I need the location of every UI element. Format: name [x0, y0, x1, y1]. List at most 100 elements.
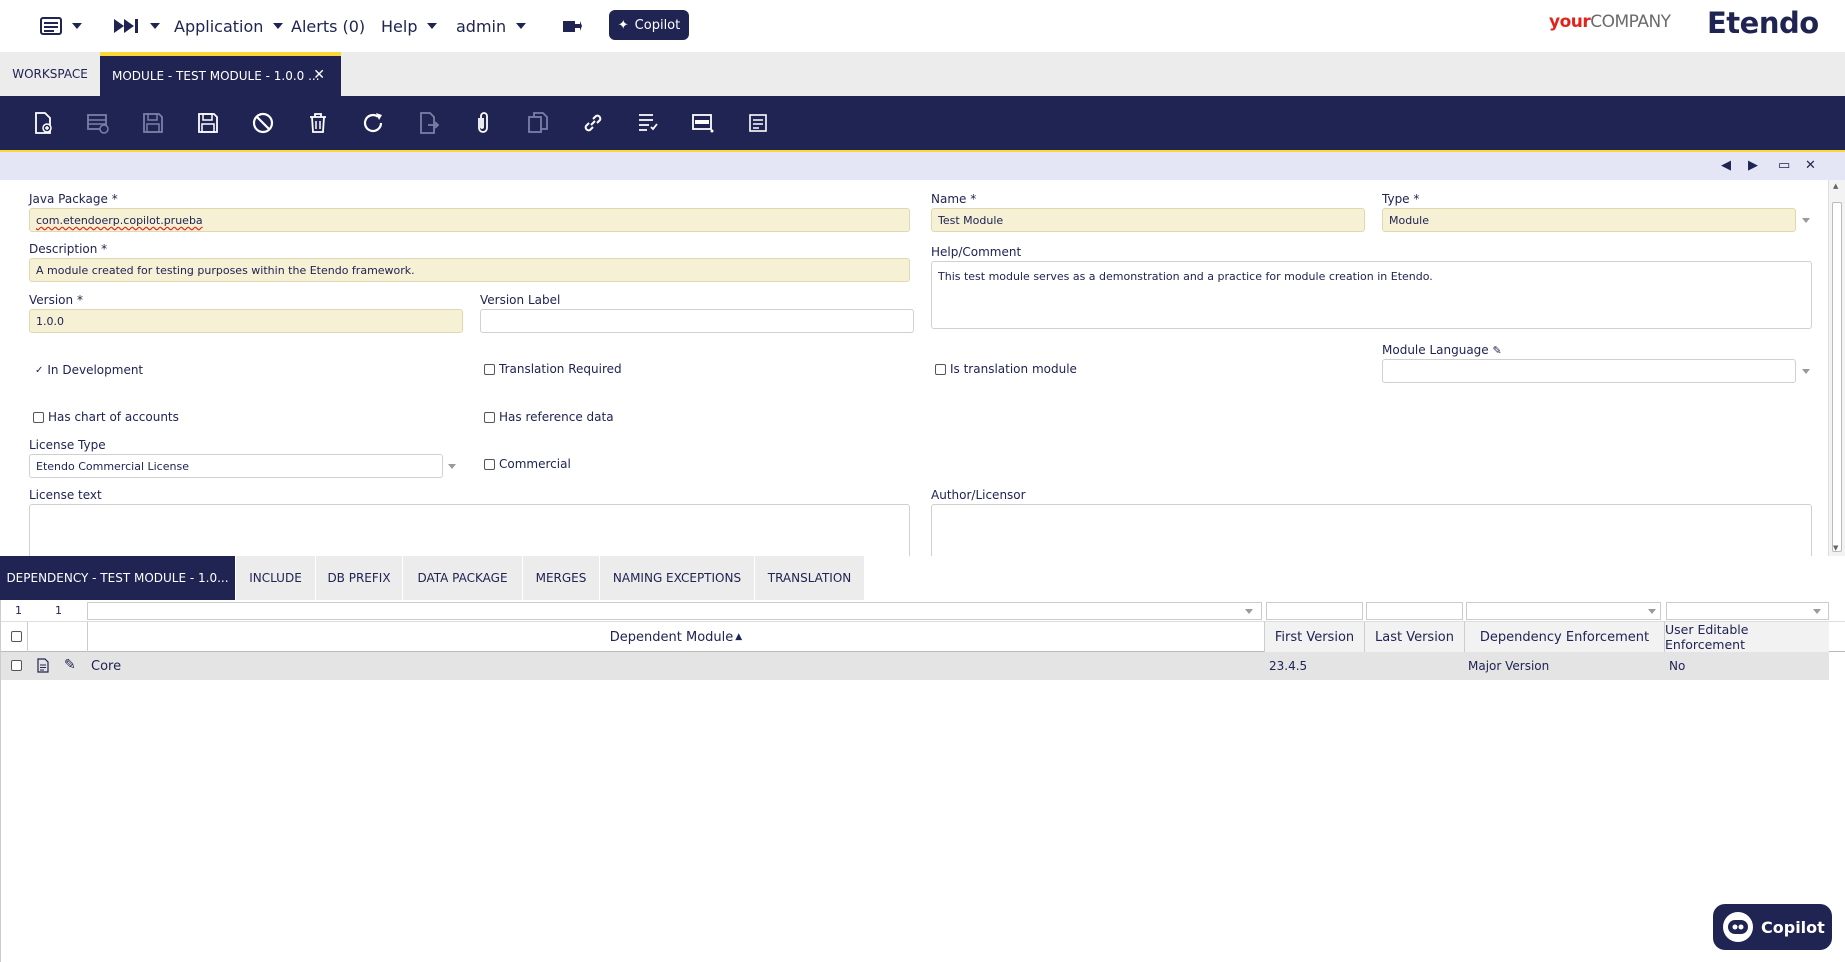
- refresh-button[interactable]: [360, 110, 386, 136]
- cell-dependent-module: Core: [91, 658, 122, 674]
- has-chart-of-accounts-checkbox[interactable]: Has chart of accounts: [33, 410, 179, 424]
- chevron-down-icon[interactable]: [1813, 609, 1821, 614]
- commercial-checkbox[interactable]: Commercial: [484, 457, 571, 471]
- grid-filter-row: 1 1: [1, 600, 1845, 622]
- tab-data-package[interactable]: DATA PACKAGE: [403, 556, 523, 600]
- tab-merges[interactable]: MERGES: [523, 556, 600, 600]
- scroll-down-icon[interactable]: ▼: [1833, 544, 1838, 552]
- edit-pencil-icon[interactable]: ✎: [64, 657, 76, 673]
- next-record-icon[interactable]: ▶: [1748, 158, 1758, 173]
- cancel-icon: [252, 112, 274, 134]
- table-row[interactable]: ✎ Core 23.4.5 Major Version No: [1, 652, 1829, 680]
- previous-record-icon[interactable]: ◀: [1721, 158, 1731, 173]
- quick-launch-button[interactable]: [112, 0, 160, 52]
- cell-dependency-enforcement: Major Version: [1468, 659, 1550, 673]
- translation-required-checkbox[interactable]: Translation Required: [484, 362, 622, 376]
- selected-count: 1: [55, 604, 62, 617]
- tab-dependency[interactable]: DEPENDENCY - TEST MODULE - 1.0...: [0, 556, 236, 600]
- chevron-down-icon[interactable]: [1802, 369, 1810, 374]
- chevron-down-icon[interactable]: [1648, 609, 1656, 614]
- filter-last-version[interactable]: [1366, 602, 1463, 620]
- tab-config-button[interactable]: [745, 110, 771, 136]
- alerts-link[interactable]: Alerts (0): [291, 0, 365, 52]
- new-document-button[interactable]: [30, 110, 56, 136]
- tab-workspace[interactable]: WORKSPACE: [0, 52, 100, 96]
- user-menu[interactable]: admin: [456, 0, 527, 52]
- help-comment-field[interactable]: This test module serves as a demonstrati…: [931, 261, 1812, 329]
- row-checkbox[interactable]: [11, 660, 22, 671]
- filter-user-editable[interactable]: [1666, 602, 1829, 620]
- close-form-icon[interactable]: ✕: [1805, 158, 1816, 173]
- copilot-chat-label: Copilot: [1761, 917, 1825, 937]
- chevron-down-icon: [516, 23, 527, 29]
- close-icon[interactable]: ✕: [313, 67, 325, 83]
- filter-dependency-enforcement[interactable]: [1466, 602, 1661, 620]
- in-development-checkbox[interactable]: ✓ In Development: [35, 363, 143, 377]
- sparkle-icon: ✦: [617, 17, 629, 33]
- save-button[interactable]: [140, 110, 166, 136]
- attachment-button[interactable]: [470, 110, 496, 136]
- maximize-icon[interactable]: ▭: [1778, 158, 1790, 173]
- is-translation-module-checkbox[interactable]: Is translation module: [935, 362, 1077, 376]
- pencil-icon[interactable]: ✎: [1493, 344, 1502, 357]
- tab-translation[interactable]: TRANSLATION: [755, 556, 865, 600]
- license-type-select[interactable]: Etendo Commercial License: [29, 454, 443, 478]
- java-package-field[interactable]: com.etendoerp.copilot.prueba: [29, 208, 910, 232]
- form-scrollbar[interactable]: ▲ ▼: [1828, 180, 1845, 556]
- export-button[interactable]: [415, 110, 441, 136]
- tab-naming-exceptions[interactable]: NAMING EXCEPTIONS: [600, 556, 755, 600]
- help-menu[interactable]: Help: [381, 0, 438, 52]
- name-field[interactable]: Test Module: [931, 208, 1365, 232]
- copilot-chat-button[interactable]: Copilot: [1713, 904, 1832, 950]
- license-type-label: License Type: [29, 438, 106, 452]
- application-menu[interactable]: Application: [174, 0, 284, 52]
- filter-dependent-module[interactable]: [87, 602, 1262, 620]
- delete-button[interactable]: [305, 110, 331, 136]
- header-dependent-module[interactable]: Dependent Module ▲: [87, 622, 1264, 652]
- logout-button[interactable]: [562, 0, 582, 52]
- help-label: Help: [381, 16, 418, 36]
- module-language-select[interactable]: [1382, 359, 1796, 383]
- scroll-up-icon[interactable]: ▲: [1833, 182, 1838, 190]
- version-label-field[interactable]: [480, 309, 914, 333]
- document-icon[interactable]: [37, 658, 49, 677]
- description-field[interactable]: A module created for testing purposes wi…: [29, 258, 910, 282]
- version-field[interactable]: 1.0.0: [29, 309, 463, 333]
- header-last-version[interactable]: Last Version: [1364, 622, 1464, 652]
- has-reference-data-checkbox[interactable]: Has reference data: [484, 410, 614, 424]
- link-button[interactable]: [580, 110, 606, 136]
- save-close-button[interactable]: [195, 110, 221, 136]
- audit-button[interactable]: [635, 110, 661, 136]
- select-all-checkbox[interactable]: [11, 631, 22, 642]
- logo-your-text: your: [1549, 12, 1591, 32]
- license-text-field[interactable]: [29, 504, 910, 556]
- undo-button[interactable]: [250, 110, 276, 136]
- tab-db-prefix[interactable]: DB PREFIX: [316, 556, 403, 600]
- grid-header-row: Dependent Module ▲ First Version Last Ver…: [1, 622, 1845, 652]
- new-row-button[interactable]: [85, 110, 111, 136]
- filter-first-version[interactable]: [1266, 602, 1363, 620]
- header-first-version[interactable]: First Version: [1264, 622, 1364, 652]
- trash-icon: [310, 113, 326, 133]
- logout-icon: [563, 21, 582, 32]
- scroll-thumb[interactable]: [1832, 202, 1842, 552]
- copilot-button[interactable]: ✦ Copilot: [609, 10, 689, 40]
- fast-forward-icon: [114, 19, 138, 33]
- grid-view-button[interactable]: [690, 110, 716, 136]
- refresh-icon: [363, 113, 383, 133]
- chevron-down-icon[interactable]: [448, 464, 456, 469]
- menu-list-icon: [40, 17, 62, 35]
- author-licensor-field[interactable]: [931, 504, 1812, 556]
- copy-record-button[interactable]: [525, 110, 551, 136]
- header-dependency-enforcement[interactable]: Dependency Enforcement: [1464, 622, 1664, 652]
- chevron-down-icon[interactable]: [1802, 218, 1810, 223]
- header-user-editable-enforcement[interactable]: User Editable Enforcement: [1664, 622, 1829, 652]
- tab-include[interactable]: INCLUDE: [236, 556, 316, 600]
- type-select[interactable]: Module: [1382, 208, 1796, 232]
- menu-button[interactable]: [40, 0, 82, 52]
- tab-module[interactable]: MODULE - TEST MODULE - 1.0.0 ... ✕: [100, 52, 341, 96]
- has-chart-of-accounts-label: Has chart of accounts: [48, 410, 179, 424]
- paperclip-icon: [478, 112, 488, 133]
- chevron-down-icon[interactable]: [1245, 609, 1253, 614]
- chevron-down-icon: [273, 23, 284, 29]
